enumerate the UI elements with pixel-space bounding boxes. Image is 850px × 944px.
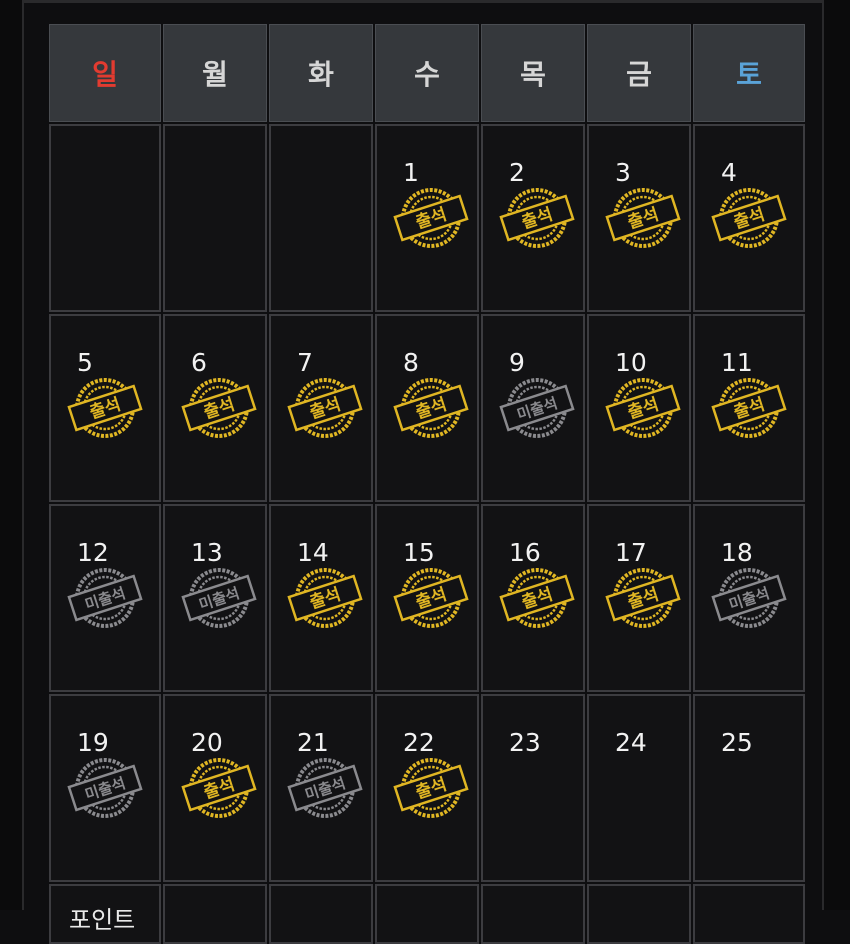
calendar-day-22[interactable]: 22 출석 [375,694,479,882]
calendar-day-21[interactable]: 21 미출석 [269,694,373,882]
calendar-day-1[interactable]: 1 출석 [375,124,479,312]
weekday-header-thu: 목 [481,24,585,122]
day-number: 2 [509,158,525,187]
weekday-header-sun: 일 [49,24,161,122]
day-number: 13 [191,538,223,567]
attended-stamp-icon: 출석 [181,754,257,822]
attended-stamp-icon: 출석 [393,184,469,252]
weekday-header-wed: 수 [375,24,479,122]
frame-right-border [822,0,824,910]
day-number: 15 [403,538,435,567]
calendar-day-empty [49,124,161,312]
points-row-cell [163,884,267,944]
calendar-day-23[interactable]: 23 [481,694,585,882]
points-row-cell [481,884,585,944]
attended-stamp-icon: 출석 [605,374,681,442]
day-number: 24 [615,728,647,757]
points-label: 포인트 [69,906,136,934]
calendar-day-empty [269,124,373,312]
calendar-day-8[interactable]: 8 출석 [375,314,479,502]
calendar-day-18[interactable]: 18 미출석 [693,504,805,692]
calendar-day-6[interactable]: 6 출석 [163,314,267,502]
weekday-header-fri: 금 [587,24,691,122]
calendar-day-15[interactable]: 15 출석 [375,504,479,692]
calendar-day-4[interactable]: 4 출석 [693,124,805,312]
calendar-day-25[interactable]: 25 [693,694,805,882]
calendar-day-3[interactable]: 3 출석 [587,124,691,312]
attended-stamp-icon: 출석 [393,754,469,822]
attended-stamp-icon: 출석 [499,564,575,632]
attended-stamp-icon: 출석 [67,374,143,442]
day-number: 18 [721,538,753,567]
calendar-day-11[interactable]: 11 출석 [693,314,805,502]
absent-stamp-icon: 미출석 [67,564,143,632]
absent-stamp-icon: 미출석 [499,374,575,442]
attended-stamp-icon: 출석 [605,184,681,252]
day-number: 4 [721,158,737,187]
day-number: 16 [509,538,541,567]
attended-stamp-icon: 출석 [605,564,681,632]
calendar-day-empty [163,124,267,312]
attended-stamp-icon: 출석 [711,184,787,252]
attended-stamp-icon: 출석 [393,374,469,442]
points-row-cell [375,884,479,944]
calendar-day-12[interactable]: 12 미출석 [49,504,161,692]
calendar-day-24[interactable]: 24 [587,694,691,882]
day-number: 17 [615,538,647,567]
calendar-day-17[interactable]: 17 출석 [587,504,691,692]
absent-stamp-icon: 미출석 [67,754,143,822]
day-number: 6 [191,348,207,377]
points-row-cell [587,884,691,944]
attended-stamp-icon: 출석 [181,374,257,442]
calendar-day-19[interactable]: 19 미출석 [49,694,161,882]
calendar-day-20[interactable]: 20 출석 [163,694,267,882]
day-number: 5 [77,348,93,377]
day-number: 20 [191,728,223,757]
attended-stamp-icon: 출석 [393,564,469,632]
frame-left-border [22,0,24,910]
calendar-day-5[interactable]: 5 출석 [49,314,161,502]
attended-stamp-icon: 출석 [287,564,363,632]
calendar-day-9[interactable]: 9 미출석 [481,314,585,502]
calendar-day-7[interactable]: 7 출석 [269,314,373,502]
points-row-cell [693,884,805,944]
absent-stamp-icon: 미출석 [287,754,363,822]
attended-stamp-icon: 출석 [499,184,575,252]
calendar-day-13[interactable]: 13 미출석 [163,504,267,692]
weekday-header-mon: 월 [163,24,267,122]
calendar-day-10[interactable]: 10 출석 [587,314,691,502]
calendar-day-2[interactable]: 2 출석 [481,124,585,312]
outer-left-margin [0,0,22,910]
day-number: 12 [77,538,109,567]
frame-top-border [22,0,824,3]
day-number: 14 [297,538,329,567]
day-number: 10 [615,348,647,377]
day-number: 8 [403,348,419,377]
calendar-day-16[interactable]: 16 출석 [481,504,585,692]
attended-stamp-icon: 출석 [287,374,363,442]
calendar-day-14[interactable]: 14 출석 [269,504,373,692]
day-number: 1 [403,158,419,187]
day-number: 23 [509,728,541,757]
weekday-header-sat: 토 [693,24,805,122]
day-number: 3 [615,158,631,187]
day-number: 9 [509,348,525,377]
points-row-cell [269,884,373,944]
attendance-calendar: 일 월 화 수 목 금 토 1 출석 2 출석 3 출석 4 출석 5 출석 6 출석 7 출석 8 출석 9 미… [49,24,805,944]
attended-stamp-icon: 출석 [711,374,787,442]
absent-stamp-icon: 미출석 [711,564,787,632]
day-number: 22 [403,728,435,757]
day-number: 11 [721,348,753,377]
day-number: 7 [297,348,313,377]
day-number: 19 [77,728,109,757]
day-number: 25 [721,728,753,757]
absent-stamp-icon: 미출석 [181,564,257,632]
points-row-label-cell: 포인트 [49,884,161,944]
day-number: 21 [297,728,329,757]
outer-right-margin [824,0,850,910]
weekday-header-tue: 화 [269,24,373,122]
